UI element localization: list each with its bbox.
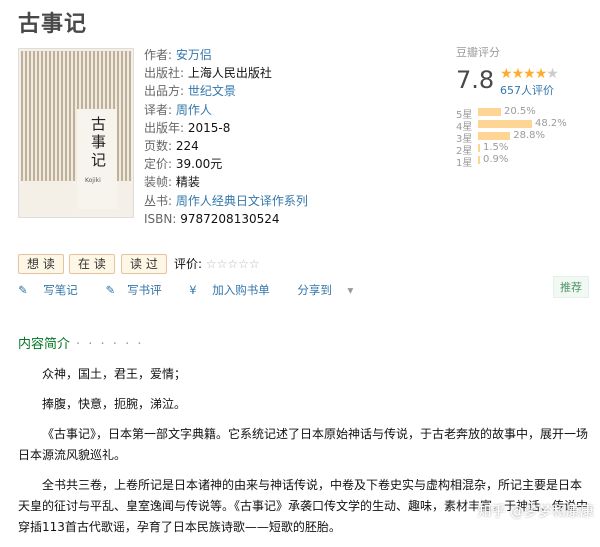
intro-heading-text: 内容简介 [18, 337, 71, 352]
info-label: 装帧: [144, 175, 173, 190]
info-row-producer: 出品方: 世纪文景 [144, 82, 444, 100]
share-dropdown[interactable]: 分享到 ▾ [297, 283, 365, 297]
rating-distribution: 5星 20.5% 4星 48.2% 3星 28.8% 2星 1.5% 1星 0.9% [456, 106, 596, 169]
rating-bar [478, 156, 480, 164]
rating-row-5: 5星 20.5% [456, 106, 596, 121]
rating-row-1: 1星 0.9% [456, 154, 596, 169]
pubdate-value: 2015-8 [187, 120, 231, 135]
rating-panel: 豆瓣评分 7.8 ★★★★★ 657人评价 5星 20.5% 4星 48.2% 3星… [456, 44, 596, 169]
intro-paragraph: 捧腹，快意，扼腕，涕泣。 [42, 397, 187, 411]
my-rating-label: 评价: [174, 257, 203, 271]
star-icon: ★ [523, 66, 536, 82]
info-row-binding: 装帧: 精装 [144, 173, 444, 191]
rating-input-stars[interactable]: ☆☆☆☆☆ [206, 257, 260, 271]
rating-row-3: 3星 28.8% [456, 130, 596, 145]
rating-row-2: 2星 1.5% [456, 142, 596, 157]
rating-bar [478, 120, 532, 128]
info-label: 出版年: [144, 120, 185, 135]
reading-button[interactable]: 在 读 [69, 254, 115, 274]
rating-percent: 48.2% [534, 118, 567, 129]
rating-percent: 28.8% [513, 130, 546, 141]
info-label: 出版社: [144, 66, 185, 81]
price-value: 39.00元 [175, 157, 223, 172]
action-links: ✎ 写笔记 ✎ 写书评 ¥ 加入购书单 分享到 ▾ [18, 282, 377, 298]
book-info: 作者: 安万侣 出版社: 上海人民出版社 出品方: 世纪文景 译者: 周作人 出… [144, 46, 444, 228]
star-empty-icon: ★ [546, 66, 559, 82]
my-rating: 评价: ☆☆☆☆☆ [174, 255, 260, 272]
info-label: 作者: [144, 48, 173, 62]
rating-bar [478, 132, 511, 140]
rating-label: 豆瓣评分 [456, 46, 500, 59]
info-row-price: 定价: 39.00元 [144, 155, 444, 173]
write-note-link[interactable]: ✎ 写笔记 [18, 283, 90, 297]
pencil-icon: ✎ [105, 283, 116, 297]
cover-title: 古事记 [91, 115, 107, 169]
info-label: 定价: [144, 157, 173, 172]
write-review-link[interactable]: ✎ 写书评 [105, 283, 173, 297]
recommend-button[interactable]: 推荐 [553, 276, 589, 298]
rating-percent: 20.5% [503, 106, 536, 117]
intro-paragraph: 众神，国土，君王，爱情； [42, 367, 187, 381]
intro-paragraph: 《古事记》，日本第一部文字典籍。它系统记述了日本原始神话与传说，于古老奔放的故事… [18, 427, 589, 462]
translator-link[interactable]: 周作人 [176, 103, 212, 117]
watermark: 知乎 @梦梦和康康 [477, 504, 594, 520]
add-cart-link[interactable]: ¥ 加入购书单 [189, 283, 281, 297]
have-read-button[interactable]: 读 过 [121, 254, 167, 274]
info-row-author: 作者: 安万侣 [144, 46, 444, 64]
want-to-read-button[interactable]: 想 读 [18, 254, 64, 274]
info-row-series: 丛书: 周作人经典日文译作系列 [144, 192, 444, 210]
book-title: 古事记 [18, 12, 88, 37]
rating-row-4: 4星 48.2% [456, 118, 596, 133]
pencil-icon: ✎ [18, 283, 28, 297]
info-label: 出品方: [144, 84, 185, 99]
series-link[interactable]: 周作人经典日文译作系列 [176, 194, 308, 208]
rating-star-label: 1星 [456, 158, 473, 169]
isbn-value: 9787208130524 [180, 211, 280, 226]
chevron-down-icon: ▾ [347, 283, 354, 297]
intro-heading: 内容简介 · · · · · · [18, 333, 143, 352]
rating-bar [478, 144, 480, 152]
yen-icon: ¥ [189, 283, 197, 297]
producer-link[interactable]: 世纪文景 [188, 84, 236, 98]
info-row-translator: 译者: 周作人 [144, 101, 444, 119]
rating-score: 7.8 [456, 66, 495, 94]
book-cover-image[interactable]: 古事记 Kojiki [18, 48, 134, 218]
rating-bar [478, 108, 501, 116]
rating-stars: ★★★★★ [500, 66, 559, 82]
info-label: 丛书: [144, 193, 173, 208]
publisher-value: 上海人民出版社 [187, 66, 272, 81]
info-row-publisher: 出版社: 上海人民出版社 [144, 64, 444, 82]
info-row-isbn: ISBN: 9787208130524 [144, 210, 444, 228]
intro-dots: · · · · · · [76, 337, 144, 352]
rating-count-link[interactable]: 657人评价 [500, 82, 554, 98]
rating-percent: 0.9% [483, 154, 509, 165]
info-row-pages: 页数: 224 [144, 137, 444, 155]
star-icon: ★ [534, 66, 548, 82]
rating-percent: 1.5% [483, 142, 509, 153]
author-link[interactable]: 安万侣 [176, 48, 212, 62]
info-label: ISBN: [144, 211, 177, 226]
pages-value: 224 [175, 139, 199, 154]
info-label: 译者: [144, 102, 173, 117]
info-row-pubdate: 出版年: 2015-8 [144, 119, 444, 137]
cover-subtitle: Kojiki [85, 177, 101, 184]
binding-value: 精装 [175, 175, 200, 190]
star-icon: ★ [500, 66, 513, 82]
star-icon: ★ [511, 66, 525, 82]
info-label: 页数: [144, 139, 173, 154]
